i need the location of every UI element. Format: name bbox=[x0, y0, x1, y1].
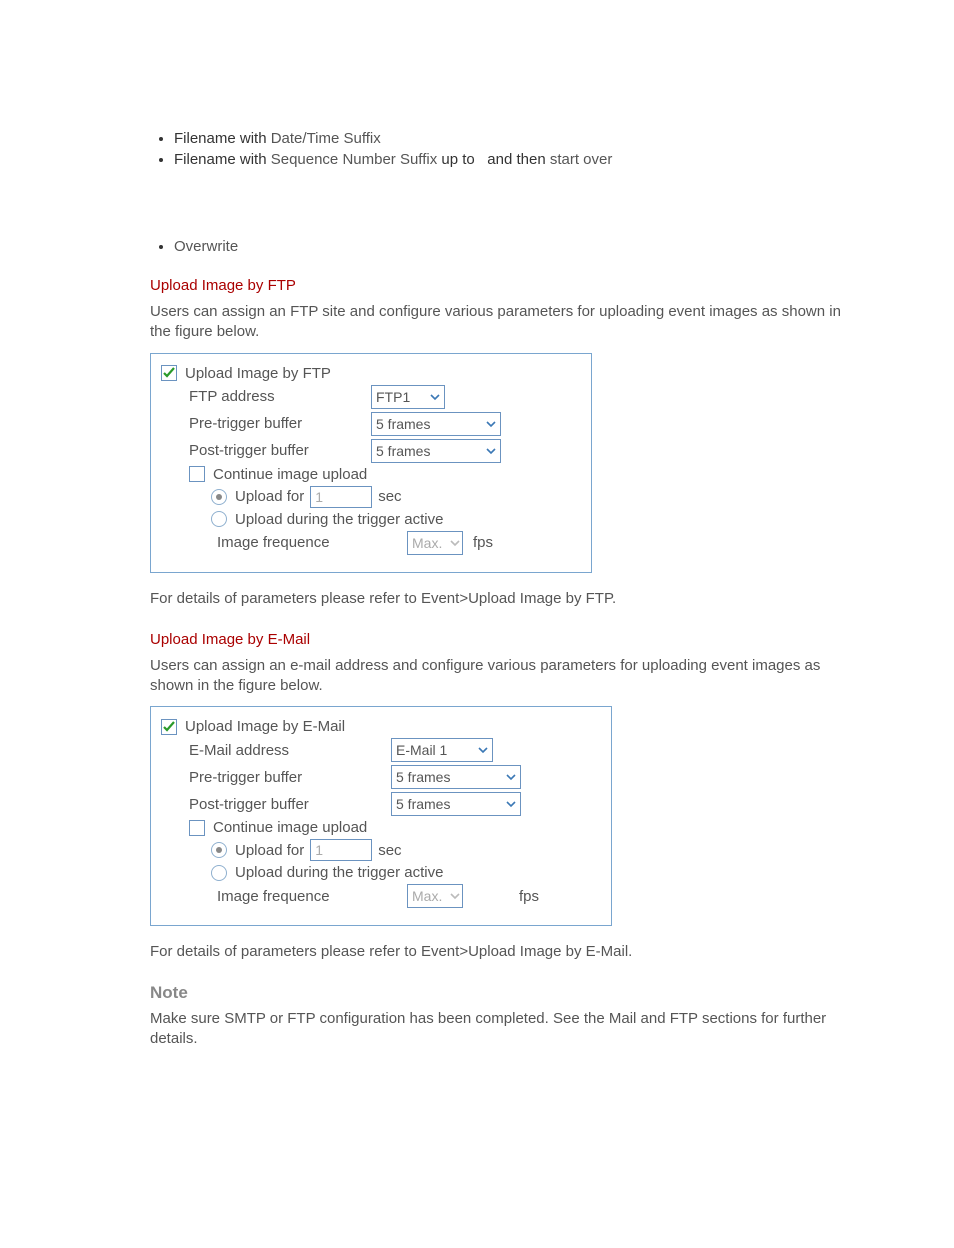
filename-options-list: Filename with Date/Time Suffix Filename … bbox=[150, 130, 854, 255]
note-heading: Note bbox=[150, 983, 854, 1003]
list-item: Overwrite bbox=[174, 238, 854, 255]
list-item: Filename with Date/Time Suffix bbox=[174, 130, 854, 147]
post-trigger-select[interactable]: 5 frames bbox=[371, 439, 501, 463]
upload-for-radio[interactable] bbox=[211, 489, 227, 505]
post-trigger-label: Post-trigger buffer bbox=[161, 442, 371, 459]
post-trigger-label: Post-trigger buffer bbox=[161, 796, 391, 813]
pre-trigger-select[interactable]: 5 frames bbox=[371, 412, 501, 436]
chevron-down-icon bbox=[474, 739, 492, 761]
upload-for-label: Upload for bbox=[235, 842, 304, 859]
select-value: FTP1 bbox=[372, 389, 416, 405]
select-value: 5 frames bbox=[372, 443, 436, 459]
text: and then bbox=[487, 151, 545, 168]
chevron-down-icon bbox=[502, 793, 520, 815]
upload-email-title: Upload Image by E-Mail bbox=[185, 718, 345, 735]
upload-for-input[interactable]: 1 bbox=[310, 486, 372, 508]
section-desc-ftp: Users can assign an FTP site and configu… bbox=[150, 302, 854, 343]
email-address-label: E-Mail address bbox=[161, 742, 391, 759]
upload-ftp-title: Upload Image by FTP bbox=[185, 365, 331, 382]
chevron-down-icon bbox=[482, 413, 500, 435]
image-frequence-label: Image frequence bbox=[217, 534, 407, 551]
fps-label: fps bbox=[473, 534, 493, 551]
continue-upload-label: Continue image upload bbox=[213, 819, 367, 836]
text: up to bbox=[441, 151, 474, 168]
upload-ftp-checkbox[interactable] bbox=[161, 365, 177, 381]
section-heading-ftp: Upload Image by FTP bbox=[150, 277, 854, 294]
text: Filename with bbox=[174, 151, 267, 168]
text-highlight: Overwrite bbox=[174, 238, 238, 255]
select-value: 5 frames bbox=[392, 769, 456, 785]
image-frequence-select[interactable]: Max. bbox=[407, 884, 463, 908]
email-panel: Upload Image by E-Mail E-Mail address E-… bbox=[150, 706, 612, 926]
select-value: Max. bbox=[408, 888, 448, 904]
chevron-down-icon bbox=[482, 440, 500, 462]
upload-during-label: Upload during the trigger active bbox=[235, 864, 443, 881]
ftp-address-select[interactable]: FTP1 bbox=[371, 385, 445, 409]
sec-label: sec bbox=[378, 488, 401, 505]
ftp-address-label: FTP address bbox=[161, 388, 371, 405]
select-value: 5 frames bbox=[392, 796, 456, 812]
upload-during-radio[interactable] bbox=[211, 865, 227, 881]
section-heading-email: Upload Image by E-Mail bbox=[150, 631, 854, 648]
chevron-down-icon bbox=[448, 532, 462, 554]
text-highlight: Date/Time Suffix bbox=[271, 130, 381, 147]
select-value: Max. bbox=[408, 535, 448, 551]
text-highlight: Sequence Number Suffix bbox=[271, 151, 438, 168]
upload-during-radio[interactable] bbox=[211, 511, 227, 527]
sec-label: sec bbox=[378, 842, 401, 859]
chevron-down-icon bbox=[448, 885, 462, 907]
select-value: E-Mail 1 bbox=[392, 742, 453, 758]
pre-trigger-label: Pre-trigger buffer bbox=[161, 415, 371, 432]
select-value: 5 frames bbox=[372, 416, 436, 432]
image-frequence-select[interactable]: Max. bbox=[407, 531, 463, 555]
image-frequence-label: Image frequence bbox=[217, 888, 407, 905]
upload-for-input[interactable]: 1 bbox=[310, 839, 372, 861]
chevron-down-icon bbox=[426, 386, 444, 408]
text: Filename with bbox=[174, 130, 267, 147]
section-closing-email: For details of parameters please refer t… bbox=[150, 942, 854, 962]
section-desc-email: Users can assign an e-mail address and c… bbox=[150, 656, 854, 697]
continue-upload-checkbox[interactable] bbox=[189, 820, 205, 836]
email-address-select[interactable]: E-Mail 1 bbox=[391, 738, 493, 762]
chevron-down-icon bbox=[502, 766, 520, 788]
pre-trigger-label: Pre-trigger buffer bbox=[161, 769, 391, 786]
text bbox=[479, 151, 483, 168]
list-item: Filename with Sequence Number Suffix up … bbox=[174, 151, 854, 168]
pre-trigger-select[interactable]: 5 frames bbox=[391, 765, 521, 789]
upload-email-checkbox[interactable] bbox=[161, 719, 177, 735]
text-highlight: start over bbox=[550, 151, 613, 168]
continue-upload-label: Continue image upload bbox=[213, 466, 367, 483]
note-body: Make sure SMTP or FTP configuration has … bbox=[150, 1009, 854, 1050]
ftp-panel: Upload Image by FTP FTP address FTP1 Pre… bbox=[150, 353, 592, 573]
post-trigger-select[interactable]: 5 frames bbox=[391, 792, 521, 816]
upload-for-label: Upload for bbox=[235, 488, 304, 505]
upload-for-radio[interactable] bbox=[211, 842, 227, 858]
continue-upload-checkbox[interactable] bbox=[189, 466, 205, 482]
upload-during-label: Upload during the trigger active bbox=[235, 511, 443, 528]
section-closing-ftp: For details of parameters please refer t… bbox=[150, 589, 854, 609]
fps-label: fps bbox=[519, 888, 539, 905]
